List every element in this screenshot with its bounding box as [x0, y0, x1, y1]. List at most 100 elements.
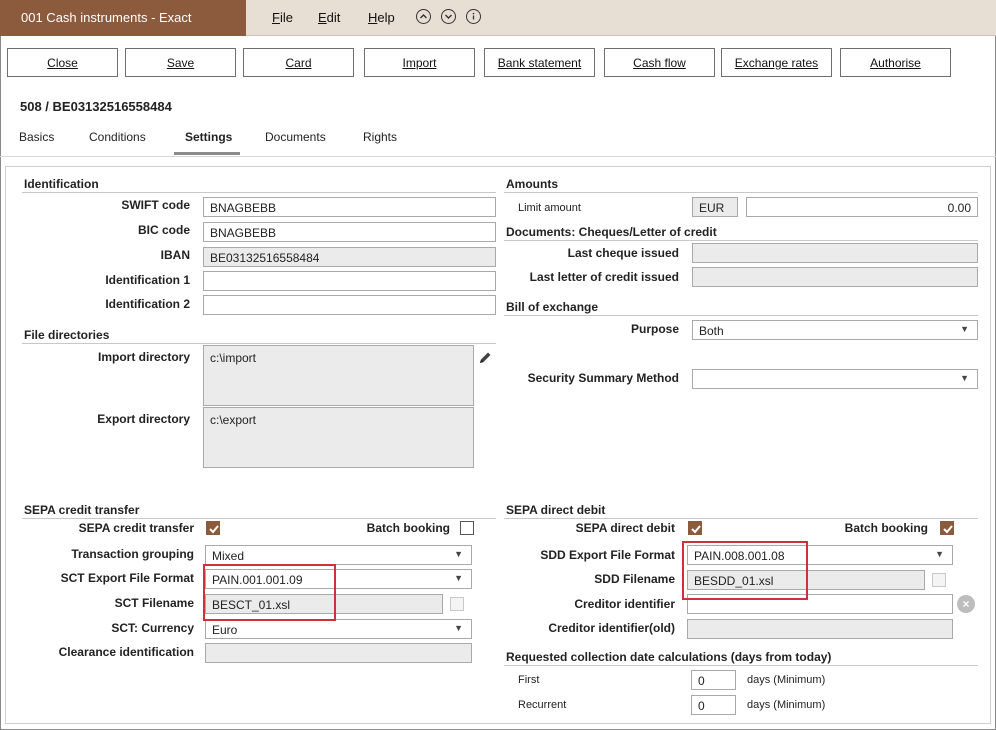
tab-basics[interactable]: Basics: [19, 130, 54, 144]
caret-down-icon: ▼: [454, 549, 463, 559]
sct-filename-label: SCT Filename: [114, 596, 194, 610]
sepa-direct-debit-checkbox[interactable]: [688, 521, 702, 535]
sdd-filename-label: SDD Filename: [594, 572, 675, 586]
sct-batch-booking-label: Batch booking: [366, 521, 450, 535]
chevron-down-circle-icon[interactable]: [441, 9, 456, 24]
clear-icon[interactable]: ×: [957, 595, 975, 613]
close-button[interactable]: Close: [7, 48, 118, 77]
recurrent-days-input[interactable]: 0: [691, 695, 736, 715]
purpose-value: Both: [699, 324, 724, 338]
bill-of-exchange-divider: [504, 315, 978, 316]
identification-divider: [22, 192, 496, 193]
sct-currency-value: Euro: [212, 623, 238, 637]
sct-format-highlight: [203, 564, 336, 621]
import-directory-label: Import directory: [97, 350, 190, 364]
file-directories-heading: File directories: [24, 328, 110, 342]
menu-edit[interactable]: Edit: [318, 10, 340, 25]
purpose-select[interactable]: Both ▼: [692, 320, 978, 340]
documents-heading: Documents: Cheques/Letter of credit: [506, 225, 717, 239]
sct-batch-booking-checkbox[interactable]: [460, 521, 474, 535]
bic-code-input[interactable]: BNAGBEBB: [203, 222, 496, 242]
transaction-grouping-value: Mixed: [212, 549, 245, 563]
file-directories-divider: [22, 343, 496, 344]
sepa-debit-divider: [504, 518, 978, 519]
limit-amount-label: Limit amount: [518, 202, 581, 214]
limit-amount-input[interactable]: 0.00: [746, 197, 978, 217]
amounts-divider: [504, 192, 978, 193]
identification-2-label: Identification 2: [105, 297, 190, 311]
menu-file[interactable]: File: [272, 10, 293, 25]
sepa-debit-heading: SEPA direct debit: [506, 503, 606, 517]
swift-code-input[interactable]: BNAGBEBB: [203, 197, 496, 217]
chevron-up-circle-icon[interactable]: [416, 9, 431, 24]
card-button[interactable]: Card: [243, 48, 354, 77]
swift-code-label: SWIFT code: [121, 198, 190, 212]
sdd-batch-booking-checkbox[interactable]: [940, 521, 954, 535]
identification-1-input[interactable]: [203, 271, 496, 291]
tab-documents[interactable]: Documents: [265, 130, 326, 144]
folder-icon[interactable]: [932, 573, 946, 587]
bill-of-exchange-heading: Bill of exchange: [506, 300, 599, 314]
bic-code-label: BIC code: [137, 223, 190, 237]
first-days-input[interactable]: 0: [691, 670, 736, 690]
creditor-identifier-old-label: Creditor identifier(old): [548, 621, 675, 635]
import-directory-field[interactable]: c:\import: [203, 345, 474, 406]
first-days-unit: days (Minimum): [747, 674, 826, 686]
sct-currency-select[interactable]: Euro ▼: [205, 619, 472, 639]
last-cheque-field: [692, 243, 978, 263]
recurrent-days-unit: days (Minimum): [747, 699, 826, 711]
folder-icon[interactable]: [450, 597, 464, 611]
title-bar: 001 Cash instruments - Exact File Edit H…: [0, 0, 996, 36]
amounts-heading: Amounts: [506, 177, 558, 191]
pencil-icon[interactable]: [477, 350, 493, 366]
identification-2-input[interactable]: [203, 295, 496, 315]
sct-export-format-label: SCT Export File Format: [60, 571, 194, 585]
import-button[interactable]: Import: [364, 48, 475, 77]
security-summary-select[interactable]: ▼: [692, 369, 978, 389]
identification-heading: Identification: [24, 177, 99, 191]
menu-help[interactable]: Help: [368, 10, 395, 25]
sct-currency-label: SCT: Currency: [111, 621, 194, 635]
sdd-format-highlight: [682, 541, 808, 600]
sepa-credit-transfer-checkbox[interactable]: [206, 521, 220, 535]
caret-down-icon: ▼: [960, 324, 969, 334]
creditor-identifier-old-field: [687, 619, 953, 639]
caret-down-icon: ▼: [960, 373, 969, 383]
security-summary-label: Security Summary Method: [527, 371, 679, 385]
iban-label: IBAN: [160, 248, 190, 262]
authorise-button[interactable]: Authorise: [840, 48, 951, 77]
clearance-identification-label: Clearance identification: [58, 645, 194, 659]
last-letter-of-credit-label: Last letter of credit issued: [529, 270, 679, 284]
clearance-identification-field: [205, 643, 472, 663]
collection-divider: [504, 665, 978, 666]
first-label: First: [518, 674, 540, 686]
active-tab-indicator: [174, 152, 240, 155]
identification-1-label: Identification 1: [105, 273, 190, 287]
cash-flow-button[interactable]: Cash flow: [604, 48, 715, 77]
last-letter-of-credit-field: [692, 267, 978, 287]
record-title: 508 / BE03132516558484: [20, 99, 172, 114]
caret-down-icon: ▼: [454, 623, 463, 633]
recurrent-label: Recurrent: [518, 699, 567, 711]
creditor-identifier-label: Creditor identifier: [574, 597, 675, 611]
app-title: 001 Cash instruments - Exact: [0, 0, 246, 36]
transaction-grouping-select[interactable]: Mixed ▼: [205, 545, 472, 565]
info-circle-icon[interactable]: [466, 9, 481, 24]
tabs-divider: [0, 156, 996, 157]
documents-divider: [504, 240, 978, 241]
sepa-credit-divider: [22, 518, 496, 519]
export-directory-field[interactable]: c:\export: [203, 407, 474, 468]
iban-field: BE03132516558484: [203, 247, 496, 267]
limit-currency-field: EUR: [692, 197, 738, 217]
exchange-rates-button[interactable]: Exchange rates: [721, 48, 832, 77]
bank-statement-button[interactable]: Bank statement: [484, 48, 595, 77]
sdd-batch-booking-label: Batch booking: [844, 521, 928, 535]
sepa-credit-transfer-label: SEPA credit transfer: [78, 521, 194, 535]
collection-heading: Requested collection date calculations (…: [506, 650, 832, 664]
save-button[interactable]: Save: [125, 48, 236, 77]
tab-settings[interactable]: Settings: [185, 130, 232, 144]
tab-conditions[interactable]: Conditions: [89, 130, 146, 144]
transaction-grouping-label: Transaction grouping: [71, 547, 194, 561]
sepa-direct-debit-label: SEPA direct debit: [575, 521, 675, 535]
tab-rights[interactable]: Rights: [363, 130, 397, 144]
